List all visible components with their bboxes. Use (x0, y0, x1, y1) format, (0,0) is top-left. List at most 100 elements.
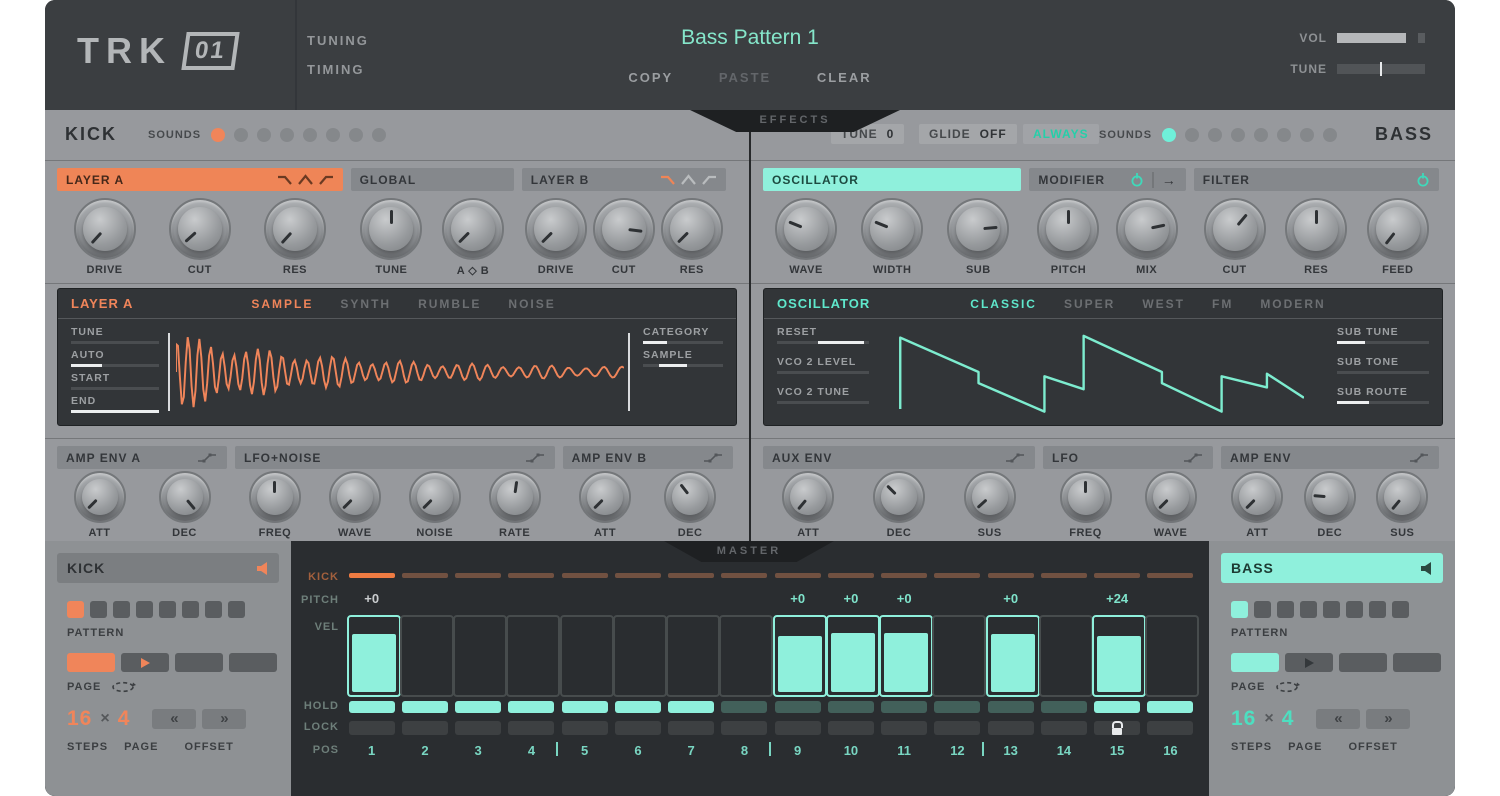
offset-left-button[interactable]: « (1316, 709, 1360, 729)
knob-freq[interactable]: FREQ (249, 471, 301, 539)
pattern-slot-1[interactable] (1231, 601, 1248, 618)
pattern-slot-2[interactable] (1254, 601, 1271, 618)
sound-slot-2[interactable] (234, 128, 248, 142)
hold-step-13[interactable] (988, 701, 1034, 713)
paste-button[interactable]: PASTE (719, 70, 771, 85)
hold-step-15[interactable] (1094, 701, 1140, 713)
section-header-modifier[interactable]: MODIFIER→ (1029, 168, 1185, 191)
kick-step-10[interactable] (828, 573, 874, 578)
param-track[interactable] (71, 364, 159, 367)
param-track[interactable] (1337, 341, 1429, 344)
lock-step-6[interactable] (615, 721, 661, 735)
hold-step-7[interactable] (668, 701, 714, 713)
knob-freq[interactable]: FREQ (1060, 471, 1112, 539)
param-tune[interactable]: TUNE (71, 326, 159, 344)
sound-slot-6[interactable] (326, 128, 340, 142)
pitch-value-step-13[interactable]: +0 (984, 591, 1037, 606)
pattern-slot-8[interactable] (1392, 601, 1409, 618)
speaker-icon[interactable] (257, 562, 269, 575)
knob-dec[interactable]: DEC (873, 471, 925, 539)
pitch-value-step-15[interactable]: +24 (1091, 591, 1144, 606)
section-header-aux-env[interactable]: AUX ENV (763, 446, 1035, 469)
display-tab-synth[interactable]: SYNTH (340, 297, 391, 311)
display-tab-modern[interactable]: MODERN (1260, 297, 1325, 311)
param-end[interactable]: END (71, 395, 159, 413)
knob-drive[interactable]: DRIVE (74, 198, 136, 276)
channel-header-bass[interactable]: BASS (1221, 553, 1443, 583)
param-track[interactable] (777, 341, 869, 344)
kick-step-4[interactable] (508, 573, 554, 578)
pattern-slot-2[interactable] (90, 601, 107, 618)
param-track[interactable] (71, 387, 159, 390)
lock-step-11[interactable] (881, 721, 927, 735)
power-icon[interactable] (1130, 172, 1144, 187)
vel-step-5[interactable] (560, 615, 614, 697)
kick-step-3[interactable] (455, 573, 501, 578)
param-vco-2-tune[interactable]: VCO 2 TUNE (777, 386, 869, 404)
sample-start-marker[interactable] (168, 333, 170, 411)
kick-step-15[interactable] (1094, 573, 1140, 578)
loop-icon[interactable] (110, 681, 136, 693)
param-track[interactable] (71, 410, 159, 413)
param-track[interactable] (1337, 371, 1429, 374)
lock-step-7[interactable] (668, 721, 714, 735)
bass-waveform[interactable] (892, 329, 1304, 415)
vel-step-10[interactable] (826, 615, 880, 697)
knob-res[interactable]: RES (661, 198, 723, 276)
kick-step-16[interactable] (1147, 573, 1193, 578)
offset-left-button[interactable]: « (152, 709, 196, 729)
page-slot-1[interactable] (1231, 653, 1279, 672)
hold-step-5[interactable] (562, 701, 608, 713)
kick-step-8[interactable] (721, 573, 767, 578)
sound-slot-3[interactable] (257, 128, 271, 142)
pattern-slot-4[interactable] (136, 601, 153, 618)
pattern-title[interactable]: Bass Pattern 1 (45, 26, 1455, 50)
page-slot-3[interactable] (1339, 653, 1387, 672)
steps-count[interactable]: 16 (1231, 707, 1256, 731)
volume-handle[interactable] (1406, 33, 1418, 43)
sound-slot-8[interactable] (372, 128, 386, 142)
sample-end-marker[interactable] (628, 333, 630, 411)
knob-att[interactable]: ATT (74, 471, 126, 539)
section-header-global[interactable]: GLOBAL (351, 168, 514, 191)
display-tab-sample[interactable]: SAMPLE (251, 297, 313, 311)
pattern-slot-1[interactable] (67, 601, 84, 618)
knob-dec[interactable]: DEC (159, 471, 211, 539)
offset-right-button[interactable]: » (1366, 709, 1410, 729)
steps-count[interactable]: 16 (67, 707, 92, 731)
section-header-lfo-noise[interactable]: LFO+NOISE (235, 446, 555, 469)
page-slot-3[interactable] (175, 653, 223, 672)
pitch-value-step-10[interactable]: +0 (824, 591, 877, 606)
kick-waveform[interactable] (176, 329, 624, 415)
kick-step-1[interactable] (349, 573, 395, 578)
vel-step-11[interactable] (879, 615, 933, 697)
param-track[interactable] (777, 371, 869, 374)
hold-step-11[interactable] (881, 701, 927, 713)
page-slot-1[interactable] (67, 653, 115, 672)
knob-res[interactable]: RES (1285, 198, 1347, 276)
display-tab-super[interactable]: SUPER (1064, 297, 1115, 311)
knob-wave[interactable]: WAVE (329, 471, 381, 539)
sound-slot-5[interactable] (303, 128, 317, 142)
pitch-value-step-11[interactable]: +0 (878, 591, 931, 606)
display-tab-noise[interactable]: NOISE (508, 297, 555, 311)
display-tab-rumble[interactable]: RUMBLE (418, 297, 481, 311)
sound-slot-3[interactable] (1208, 128, 1222, 142)
param-sub-tune[interactable]: SUB TUNE (1337, 326, 1429, 344)
param-sub-route[interactable]: SUB ROUTE (1337, 386, 1429, 404)
knob-sus[interactable]: SUS (1376, 471, 1428, 539)
knob-tune[interactable]: TUNE (360, 198, 422, 276)
sound-slot-7[interactable] (349, 128, 363, 142)
tune-slider[interactable] (1337, 64, 1425, 74)
page-slot-4[interactable] (1393, 653, 1441, 672)
vel-step-2[interactable] (400, 615, 454, 697)
vel-step-4[interactable] (506, 615, 560, 697)
lock-step-12[interactable] (934, 721, 980, 735)
kick-step-14[interactable] (1041, 573, 1087, 578)
param-reset[interactable]: RESET (777, 326, 869, 344)
kick-step-5[interactable] (562, 573, 608, 578)
page-slot-2[interactable] (1285, 653, 1333, 672)
page-count[interactable]: 4 (118, 707, 131, 731)
vel-step-15[interactable] (1092, 615, 1146, 697)
hold-step-10[interactable] (828, 701, 874, 713)
